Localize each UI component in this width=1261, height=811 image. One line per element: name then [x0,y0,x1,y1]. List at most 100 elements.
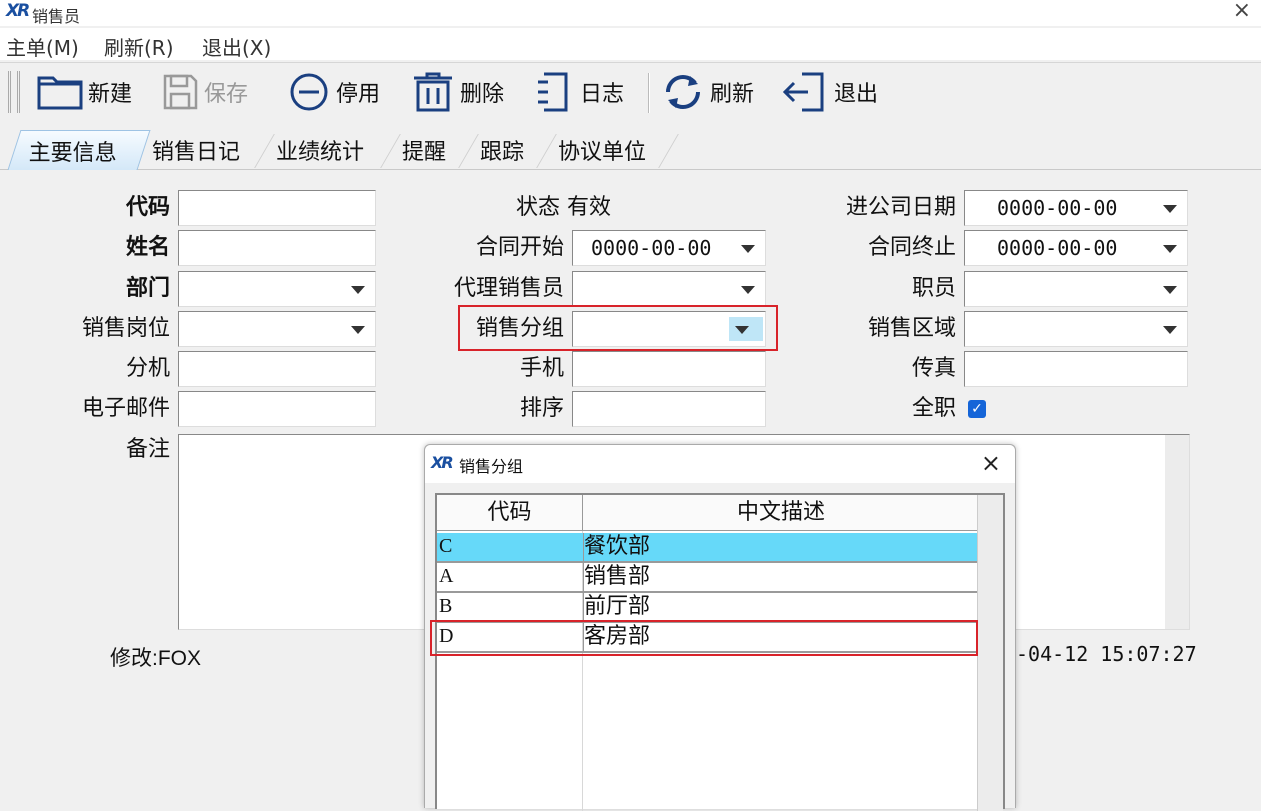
fulltime-label: 全职 [911,396,956,421]
tab-bar: 主要信息 销售日记 业绩统计 提醒 跟踪 协议单位 [0,124,1261,170]
row-desc: 餐饮部 [583,533,979,561]
row-desc: 销售部 [583,563,979,591]
menu-item-refresh[interactable]: 刷新(R) [104,32,174,61]
column-header-desc[interactable]: 中文描述 [583,495,979,531]
tab-divider [536,134,557,168]
new-label: 新建 [88,82,133,107]
fax-input[interactable] [964,351,1188,387]
menu-bar: 主单(M) 刷新(R) 退出(X) [0,28,1261,60]
contract-start-label: 合同开始 [475,235,564,260]
highlight-row-d [430,620,978,656]
tab-tracking[interactable]: 跟踪 [480,130,524,170]
staff-select[interactable] [964,271,1188,307]
toolbar-grip [8,71,20,113]
table-row[interactable]: B 前厅部 [437,593,979,623]
order-label: 排序 [519,396,564,421]
dept-select[interactable] [178,271,376,307]
log-label: 日志 [580,82,625,107]
dept-label: 部门 [125,276,170,301]
toolbar-separator [648,73,650,113]
agent-label: 代理销售员 [453,276,564,301]
dialog-title-bar: XR 销售分组 × [425,445,1015,483]
staff-label: 职员 [911,276,956,301]
email-label: 电子邮件 [81,396,170,421]
chevron-down-icon [351,286,365,294]
region-label: 销售区域 [867,316,956,341]
tab-reminder[interactable]: 提醒 [402,130,446,170]
tab-sales-diary[interactable]: 销售日记 [152,130,240,170]
tab-main-info[interactable]: 主要信息 [7,130,151,170]
save-label: 保存 [204,82,249,107]
agent-select[interactable] [572,271,766,307]
tab-agreement-unit[interactable]: 协议单位 [558,130,646,170]
grid-scrollbar[interactable] [977,495,1003,811]
chevron-down-icon [1163,286,1177,294]
highlight-group-field [458,305,778,351]
chevron-down-icon [741,286,755,294]
exit-icon [782,72,824,112]
order-input[interactable] [572,391,766,427]
column-header-code[interactable]: 代码 [437,495,583,531]
remark-label: 备注 [125,437,170,462]
window-title: 销售员 [32,7,81,26]
delete-label: 删除 [460,82,505,107]
ext-input[interactable] [178,351,376,387]
disable-button[interactable]: 停用 [286,69,380,115]
code-input[interactable] [178,190,376,226]
tab-performance[interactable]: 业绩统计 [276,130,364,170]
refresh-button[interactable]: 刷新 [660,69,754,115]
chevron-down-icon [1163,205,1177,213]
save-button[interactable]: 保存 [160,69,248,115]
fulltime-checkbox[interactable]: ✓ [968,400,986,418]
row-code: C [439,535,453,557]
mobile-input[interactable] [572,351,766,387]
join-date-value: 0000-00-00 [997,196,1118,220]
table-row[interactable]: C 餐饮部 [437,533,979,563]
floppy-icon [163,74,198,110]
delete-button[interactable]: 删除 [410,69,504,115]
minus-circle-icon [290,73,328,111]
close-icon[interactable]: × [981,449,1001,477]
status-value: 有效 [567,195,612,220]
post-label: 销售岗位 [81,316,170,341]
join-date[interactable]: 0000-00-00 [964,190,1188,226]
chevron-down-icon [1163,326,1177,334]
contract-end-value: 0000-00-00 [997,236,1118,260]
menu-item-main[interactable]: 主单(M) [6,32,79,61]
close-icon[interactable]: × [1233,0,1251,23]
ext-label: 分机 [125,356,170,381]
modified-time: -04-12 15:07:27 [1016,642,1197,666]
table-row[interactable]: A 销售部 [437,563,979,593]
name-input[interactable] [178,230,376,266]
exit-button[interactable]: 退出 [780,69,878,115]
menu-item-exit[interactable]: 退出(X) [202,32,271,61]
contract-start-value: 0000-00-00 [591,236,712,260]
remark-scrollbar[interactable] [1165,435,1189,629]
contract-end-date[interactable]: 0000-00-00 [964,230,1188,266]
row-desc: 前厅部 [583,593,979,621]
dialog-title: 销售分组 [459,457,524,476]
name-label: 姓名 [125,235,170,260]
toolbar: 新建 保存 停用 删除 日志 刷新 退出 [0,62,1261,122]
chevron-down-icon [741,245,755,253]
trash-icon [414,72,452,112]
check-icon: ✓ [971,401,983,417]
post-select[interactable] [178,311,376,347]
join-date-label: 进公司日期 [845,195,956,220]
exit-label: 退出 [834,82,879,107]
region-select[interactable] [964,311,1188,347]
status-field: 状态 有效 [516,190,611,226]
chevron-down-icon [351,326,365,334]
email-input[interactable] [178,391,376,427]
status-label: 状态 [516,195,561,220]
tab-divider [458,134,479,168]
new-button[interactable]: 新建 [36,69,132,115]
row-code: B [439,595,453,617]
contract-end-label: 合同终止 [867,235,956,260]
grid-header: 代码 中文描述 [437,495,979,531]
contract-start-date[interactable]: 0000-00-00 [572,230,766,266]
tab-divider [254,134,275,168]
app-logo: XR [431,453,454,472]
log-button[interactable]: 日志 [532,69,624,115]
title-bar: XR 销售员 × [0,0,1261,26]
